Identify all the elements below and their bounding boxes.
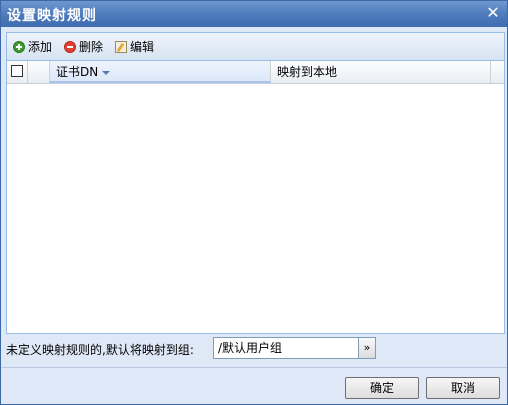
footer-divider xyxy=(1,367,507,368)
dialog-title: 设置映射规则 xyxy=(7,8,97,24)
grid-header: 证书DN 映射到本地 xyxy=(7,61,504,84)
edit-button-label: 编辑 xyxy=(130,40,155,54)
column-header-filler xyxy=(491,61,504,83)
add-button-label: 添加 xyxy=(28,40,53,54)
grid-toolbar: 添加 删除 编辑 xyxy=(7,33,504,61)
edit-button[interactable]: 编辑 xyxy=(115,38,154,56)
mapping-rule-dialog: 设置映射规则 ✕ 添加 删除 编辑 证书DN 映射到本地 未定义映射规则的,默认… xyxy=(0,0,508,405)
delete-button[interactable]: 删除 xyxy=(64,38,103,56)
sort-down-icon[interactable] xyxy=(102,70,111,75)
delete-icon xyxy=(64,41,76,53)
grid-body[interactable] xyxy=(7,84,504,333)
delete-button-label: 删除 xyxy=(79,40,104,54)
rules-grid-panel: 添加 删除 编辑 证书DN 映射到本地 xyxy=(6,32,505,334)
column-header-map-local-label: 映射到本地 xyxy=(277,65,338,79)
column-header-cert-dn[interactable]: 证书DN xyxy=(50,61,271,83)
dialog-titlebar[interactable]: 设置映射规则 ✕ xyxy=(1,1,507,27)
edit-icon xyxy=(115,41,127,53)
group-picker-button[interactable]: » xyxy=(358,337,376,359)
select-all-cell xyxy=(7,61,28,83)
add-button[interactable]: 添加 xyxy=(13,38,52,56)
column-header-cert-dn-label: 证书DN xyxy=(56,65,99,79)
default-mapping-label: 未定义映射规则的,默认将映射到组: xyxy=(6,343,194,357)
default-mapping-row: 未定义映射规则的,默认将映射到组: /默认用户组 » xyxy=(6,337,503,361)
close-icon[interactable]: ✕ xyxy=(485,4,501,22)
row-number-header xyxy=(28,61,50,83)
ok-button[interactable]: 确定 xyxy=(345,377,419,399)
add-icon xyxy=(13,41,25,53)
default-group-field[interactable]: /默认用户组 xyxy=(213,337,359,359)
column-header-map-local[interactable]: 映射到本地 xyxy=(271,61,491,83)
cancel-button[interactable]: 取消 xyxy=(426,377,500,399)
select-all-checkbox[interactable] xyxy=(11,65,23,77)
